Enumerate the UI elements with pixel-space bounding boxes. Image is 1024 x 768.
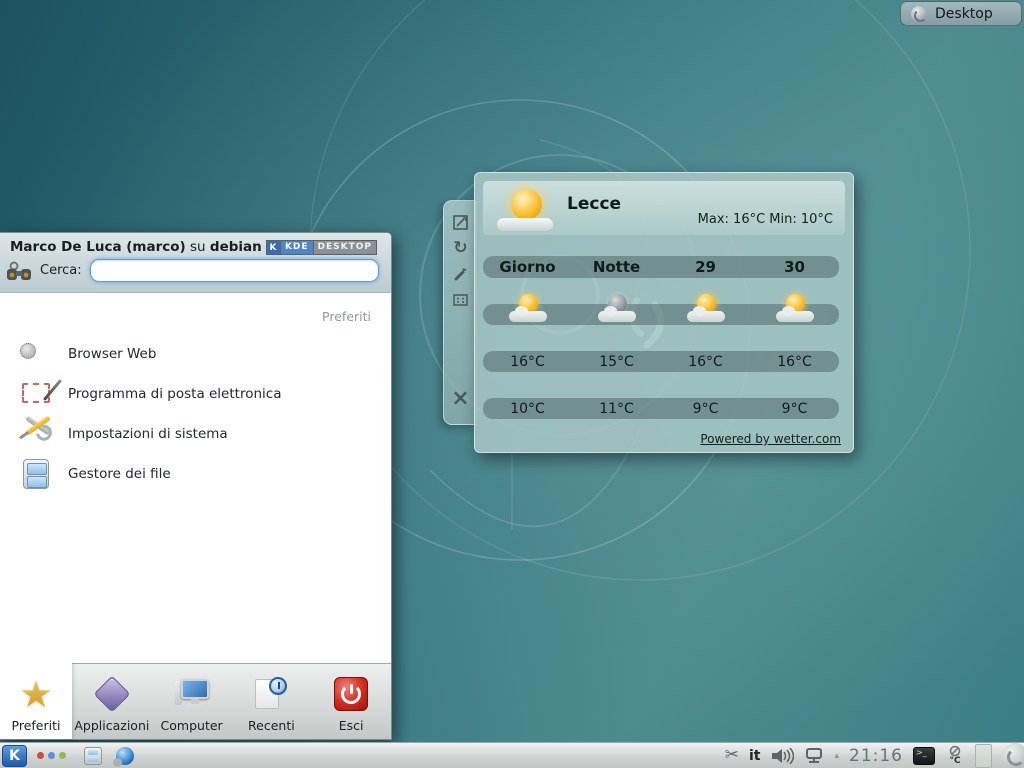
temp-low: 9°C <box>750 398 839 419</box>
sun-cloud-icon <box>686 294 726 324</box>
binoculars-search-icon <box>6 260 32 282</box>
terminal-icon[interactable] <box>913 747 935 765</box>
menu-item-email[interactable]: Programma di posta elettronica <box>14 374 377 414</box>
weather-widget[interactable]: Lecce Max: 16°C Min: 10°C Giorno Notte 2… <box>474 172 854 453</box>
mail-pen-icon <box>20 377 54 411</box>
panel-cashew-icon[interactable] <box>1002 743 1024 768</box>
resize-icon[interactable] <box>452 213 470 231</box>
browser-launcher-icon[interactable] <box>116 747 134 765</box>
moon-cloud-icon <box>597 294 637 324</box>
star-icon: ★ <box>16 674 56 714</box>
tab-recenti[interactable]: Recenti <box>232 664 312 739</box>
tab-esci[interactable]: Esci <box>311 664 391 739</box>
col-giorno: Giorno <box>483 256 572 278</box>
col-notte: Notte <box>572 256 661 278</box>
section-label-preferiti: Preferiti <box>14 301 377 334</box>
weather-icons-row <box>483 304 839 325</box>
kickoff-search-row: Cerca: <box>6 259 379 282</box>
kickoff-favorites-view: Preferiti Browser Web Programma di posta… <box>0 293 391 663</box>
tray-expander-icon[interactable]: ▴ <box>834 751 839 761</box>
panel-mini-widget[interactable] <box>975 744 992 768</box>
keyboard-layout-indicator[interactable]: it <box>749 748 761 764</box>
file-cabinet-icon <box>20 457 54 491</box>
tab-preferiti[interactable]: ★ Preferiti <box>0 658 72 739</box>
dot-blue[interactable] <box>48 752 55 759</box>
network-monitor-icon[interactable] <box>804 748 824 764</box>
kickoff-header: Marco De Luca (marco) su debian K KDE DE… <box>0 233 391 293</box>
menu-item-system-settings[interactable]: Impostazioni di sistema <box>14 414 377 454</box>
sun-cloud-icon <box>775 294 815 324</box>
kde-logo-icon: K <box>267 241 281 254</box>
weather-credit-link[interactable]: Powered by wetter.com <box>700 432 841 446</box>
col-29: 29 <box>661 256 750 278</box>
col-30: 30 <box>750 256 839 278</box>
digital-clock[interactable]: 21:16 <box>849 746 903 766</box>
weather-high-temps: 16°C 15°C 16°C 16°C <box>483 351 839 372</box>
globe-gear-icon <box>20 337 54 371</box>
weather-tray-icon[interactable]: °C <box>945 745 965 766</box>
temp-high: 15°C <box>572 351 661 372</box>
sun-cloud-icon <box>497 189 553 231</box>
dot-green[interactable] <box>59 752 66 759</box>
configure-wrench-icon[interactable] <box>452 265 470 283</box>
temp-low: 11°C <box>572 398 661 419</box>
menu-item-browser-web[interactable]: Browser Web <box>14 334 377 374</box>
temp-low: 10°C <box>483 398 572 419</box>
weather-maxmin: Max: 16°C Min: 10°C <box>698 212 833 227</box>
volume-icon[interactable] <box>770 748 794 764</box>
close-icon[interactable]: × <box>452 390 470 408</box>
diamond-icon <box>92 674 132 714</box>
kde-menu-button[interactable]: K <box>2 745 27 767</box>
computer-icon <box>172 674 212 714</box>
weather-column-headers: Giorno Notte 29 30 <box>483 256 839 278</box>
menu-item-file-manager[interactable]: Gestore dei file <box>14 454 377 494</box>
kde-desktop-badge: K KDE DESKTOP <box>266 240 377 255</box>
bottom-panel: K ✂ it ▴ 21:16 <box>0 742 1024 768</box>
clipboard-scissors-icon[interactable]: ✂ <box>725 747 739 764</box>
desktop: Desktop ↻ × Lecce Max: 16°C Min: 10°C Gi… <box>0 0 1024 768</box>
widget-handle[interactable]: ↻ × <box>443 200 477 425</box>
widget-options-icon[interactable] <box>452 291 470 309</box>
tab-applicazioni[interactable]: Applicazioni <box>72 664 152 739</box>
system-tray: ✂ it ▴ 21:16 °C <box>725 743 1024 768</box>
pager-dots[interactable] <box>37 752 66 759</box>
sun-cloud-icon <box>508 294 548 324</box>
weather-city: Lecce <box>567 194 621 214</box>
temp-low: 9°C <box>661 398 750 419</box>
file-manager-launcher-icon[interactable] <box>84 747 102 765</box>
weather-header: Lecce Max: 16°C Min: 10°C <box>483 181 845 235</box>
search-label: Cerca: <box>40 263 82 278</box>
kickoff-tab-bar: ★ Preferiti Applicazioni Computer Recent… <box>0 663 391 739</box>
tab-computer[interactable]: Computer <box>152 664 232 739</box>
power-icon <box>331 674 371 714</box>
temp-high: 16°C <box>750 351 839 372</box>
desktop-toolbox-label: Desktop <box>935 6 993 22</box>
rotate-icon[interactable]: ↻ <box>452 239 470 257</box>
kickoff-menu: Marco De Luca (marco) su debian K KDE DE… <box>0 232 392 740</box>
search-input[interactable] <box>90 259 379 282</box>
weather-low-temps: 10°C 11°C 9°C 9°C <box>483 398 839 419</box>
crossed-tools-icon <box>20 417 54 451</box>
plasma-cashew-icon <box>911 6 927 22</box>
recent-document-clock-icon <box>251 674 291 714</box>
temp-high: 16°C <box>661 351 750 372</box>
quick-launch <box>84 747 134 765</box>
desktop-toolbox[interactable]: Desktop <box>900 1 1022 26</box>
dot-red[interactable] <box>37 752 44 759</box>
temp-high: 16°C <box>483 351 572 372</box>
